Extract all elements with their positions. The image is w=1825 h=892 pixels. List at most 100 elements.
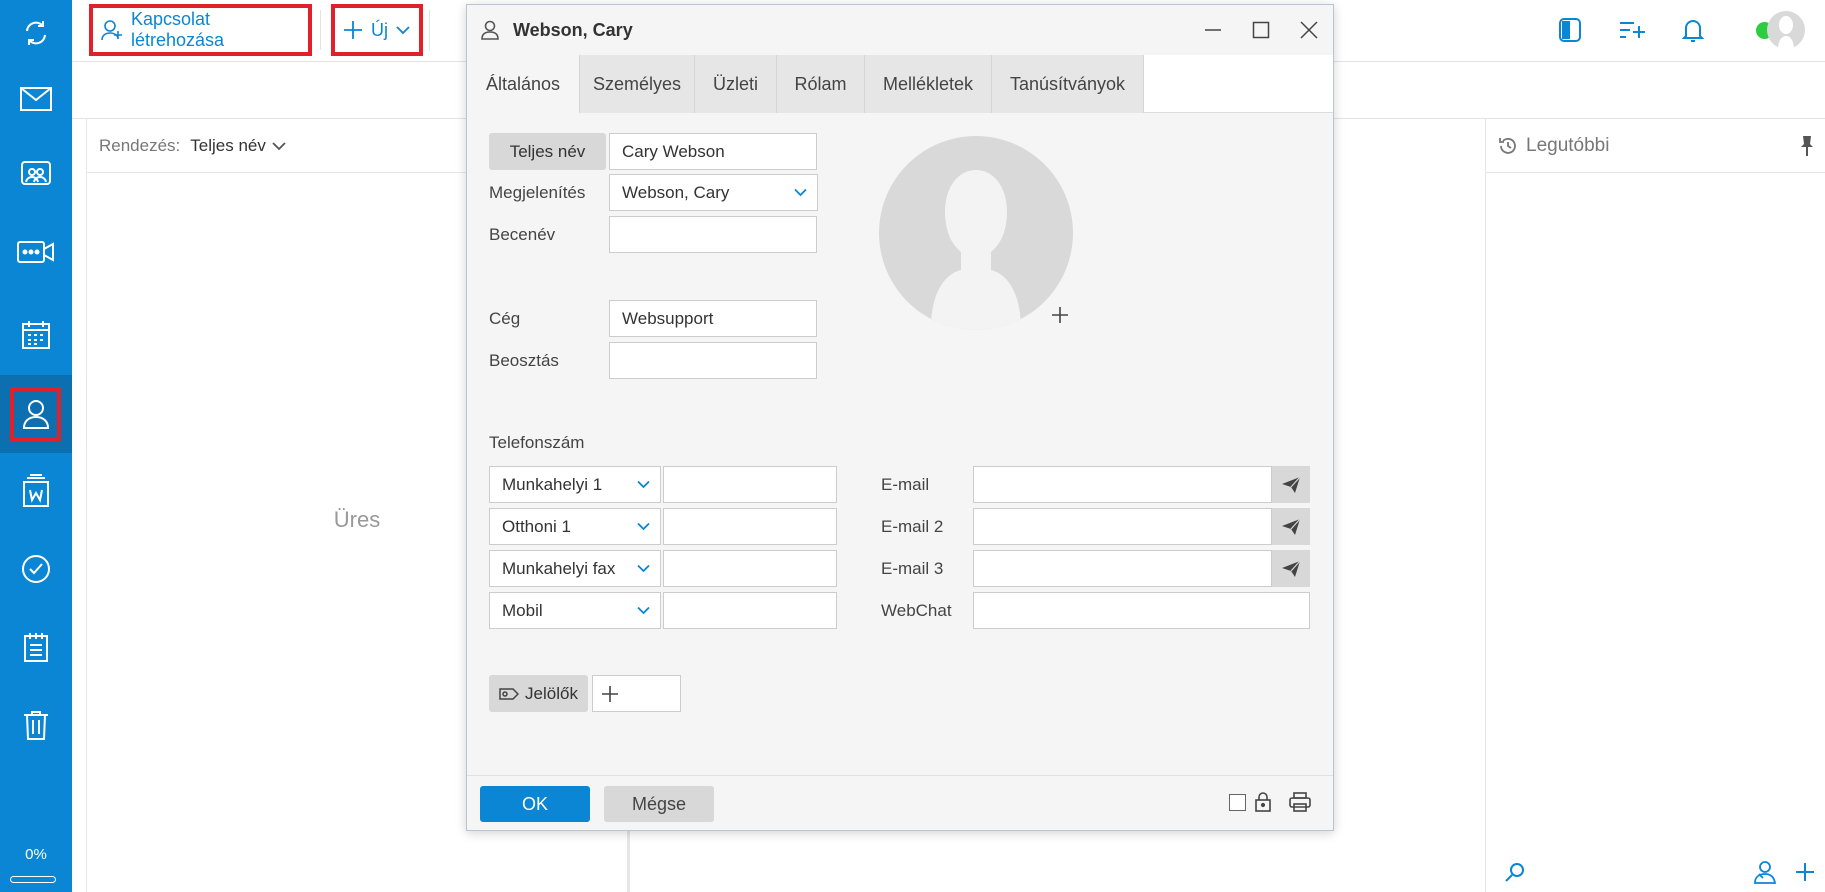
dialog-footer: OK Mégse — [467, 775, 1333, 830]
tag-icon — [499, 687, 520, 701]
phone-type-select[interactable]: Munkahelyi fax — [489, 550, 661, 587]
lock-icon[interactable] — [1254, 791, 1272, 813]
tab-about-me[interactable]: Rólam — [777, 55, 865, 113]
print-icon[interactable] — [1289, 792, 1311, 812]
create-contact-label: Kapcsolat létrehozása — [131, 9, 225, 50]
tab-business[interactable]: Üzleti — [695, 55, 777, 113]
sidebar-item-tasks[interactable] — [0, 530, 72, 608]
sidebar-item-notes[interactable] — [0, 608, 72, 686]
app-sidebar: 0% — [0, 0, 72, 892]
sidebar-item-mail[interactable] — [0, 60, 72, 138]
maximize-button[interactable] — [1237, 5, 1285, 55]
sort-label: Rendezés: — [99, 135, 181, 155]
sidebar-item-documents[interactable] — [0, 452, 72, 530]
tab-certificates[interactable]: Tanúsítványok — [992, 55, 1144, 113]
nickname-label: Becenév — [489, 225, 556, 244]
phone-field[interactable] — [663, 550, 837, 587]
tab-personal[interactable]: Személyes — [580, 55, 695, 113]
company-field[interactable]: Websupport — [609, 300, 817, 337]
company-label: Cég — [489, 309, 521, 328]
search-icon[interactable] — [1504, 861, 1526, 883]
sidebar-item-chat[interactable] — [0, 136, 72, 214]
send-email-button[interactable] — [1272, 508, 1310, 545]
toolbar-separator — [320, 10, 321, 50]
sidebar-item-video[interactable] — [0, 213, 72, 291]
video-icon — [16, 239, 56, 265]
phone-type-value: Mobil — [502, 600, 543, 620]
phone-type-select[interactable]: Otthoni 1 — [489, 508, 661, 545]
email-label: E-mail 2 — [881, 517, 944, 536]
position-label: Beosztás — [489, 351, 559, 370]
send-icon — [1281, 518, 1301, 536]
email-field[interactable] — [973, 466, 1272, 503]
sidebar-item-calendar[interactable] — [0, 296, 72, 374]
minimize-button[interactable] — [1189, 5, 1237, 55]
chevron-down-icon — [396, 25, 410, 35]
send-email-button[interactable] — [1272, 466, 1310, 503]
add-tag-button[interactable] — [592, 675, 681, 712]
new-button[interactable]: Új — [331, 4, 423, 56]
send-icon — [1281, 560, 1301, 578]
tags-label: Jelölők — [525, 683, 578, 703]
chevron-down-icon — [637, 564, 650, 573]
chat-icon — [20, 160, 52, 190]
dialog-titlebar[interactable]: Webson, Cary — [467, 5, 1333, 55]
list-add-icon — [1618, 18, 1646, 42]
notes-icon — [22, 631, 50, 663]
contact-group-icon[interactable] — [1752, 860, 1776, 884]
user-status-button[interactable] — [1752, 11, 1805, 50]
phone-field[interactable] — [663, 466, 837, 503]
add-icon[interactable] — [1795, 862, 1815, 882]
ok-button[interactable]: OK — [480, 786, 590, 822]
phone-field[interactable] — [663, 592, 837, 629]
toolbar-separator — [429, 10, 430, 50]
send-email-button[interactable] — [1272, 550, 1310, 587]
sort-add-button[interactable] — [1616, 14, 1648, 46]
phone-type-select[interactable]: Munkahelyi 1 — [489, 466, 661, 503]
progress-label: 0% — [25, 846, 47, 863]
private-checkbox[interactable] — [1229, 794, 1246, 811]
tab-attachments[interactable]: Mellékletek — [865, 55, 992, 113]
phone-type-value: Munkahelyi 1 — [502, 474, 603, 494]
fullname-button[interactable]: Teljes név — [489, 133, 606, 170]
sort-value: Teljes név — [190, 135, 266, 155]
plus-icon — [601, 685, 619, 703]
tags-button[interactable]: Jelölők — [489, 675, 588, 712]
tab-general[interactable]: Általános — [467, 55, 580, 113]
calendar-icon — [20, 319, 52, 351]
email-field[interactable] — [973, 508, 1272, 545]
phone-section-label: Telefonszám — [489, 433, 585, 452]
phone-field[interactable] — [663, 508, 837, 545]
close-button[interactable] — [1285, 5, 1333, 55]
create-contact-button[interactable]: Kapcsolat létrehozása — [89, 4, 312, 56]
notifications-button[interactable] — [1677, 14, 1709, 46]
recent-title: Legutóbbi — [1526, 134, 1610, 156]
send-icon — [1281, 476, 1301, 494]
cancel-button[interactable]: Mégse — [604, 786, 714, 822]
contact-photo[interactable] — [879, 136, 1073, 330]
fullname-field[interactable]: Cary Webson — [609, 133, 817, 170]
phone-type-value: Otthoni 1 — [502, 516, 571, 536]
recent-panel: Legutóbbi — [1485, 119, 1825, 892]
progress-bar — [10, 876, 56, 883]
window-controls — [1189, 5, 1333, 55]
pin-icon[interactable] — [1799, 135, 1815, 157]
webchat-field[interactable] — [973, 592, 1310, 629]
sort-dropdown[interactable]: Teljes név — [190, 136, 286, 156]
sidebar-item-trash[interactable] — [0, 686, 72, 764]
reading-pane-button[interactable] — [1554, 14, 1586, 46]
sidebar-item-contacts[interactable] — [0, 375, 72, 453]
email-field[interactable] — [973, 550, 1272, 587]
documents-icon — [20, 474, 52, 508]
position-field[interactable] — [609, 342, 817, 379]
add-photo-icon[interactable] — [1051, 306, 1069, 324]
reading-pane-icon — [1558, 17, 1582, 43]
email-label: E-mail — [881, 475, 930, 494]
plus-icon — [343, 20, 363, 40]
display-select[interactable]: Webson, Cary — [609, 174, 818, 211]
nickname-field[interactable] — [609, 216, 817, 253]
chevron-down-icon — [794, 188, 807, 197]
phone-type-select[interactable]: Mobil — [489, 592, 661, 629]
bell-icon — [1682, 17, 1704, 43]
dialog-title: Webson, Cary — [513, 19, 633, 40]
